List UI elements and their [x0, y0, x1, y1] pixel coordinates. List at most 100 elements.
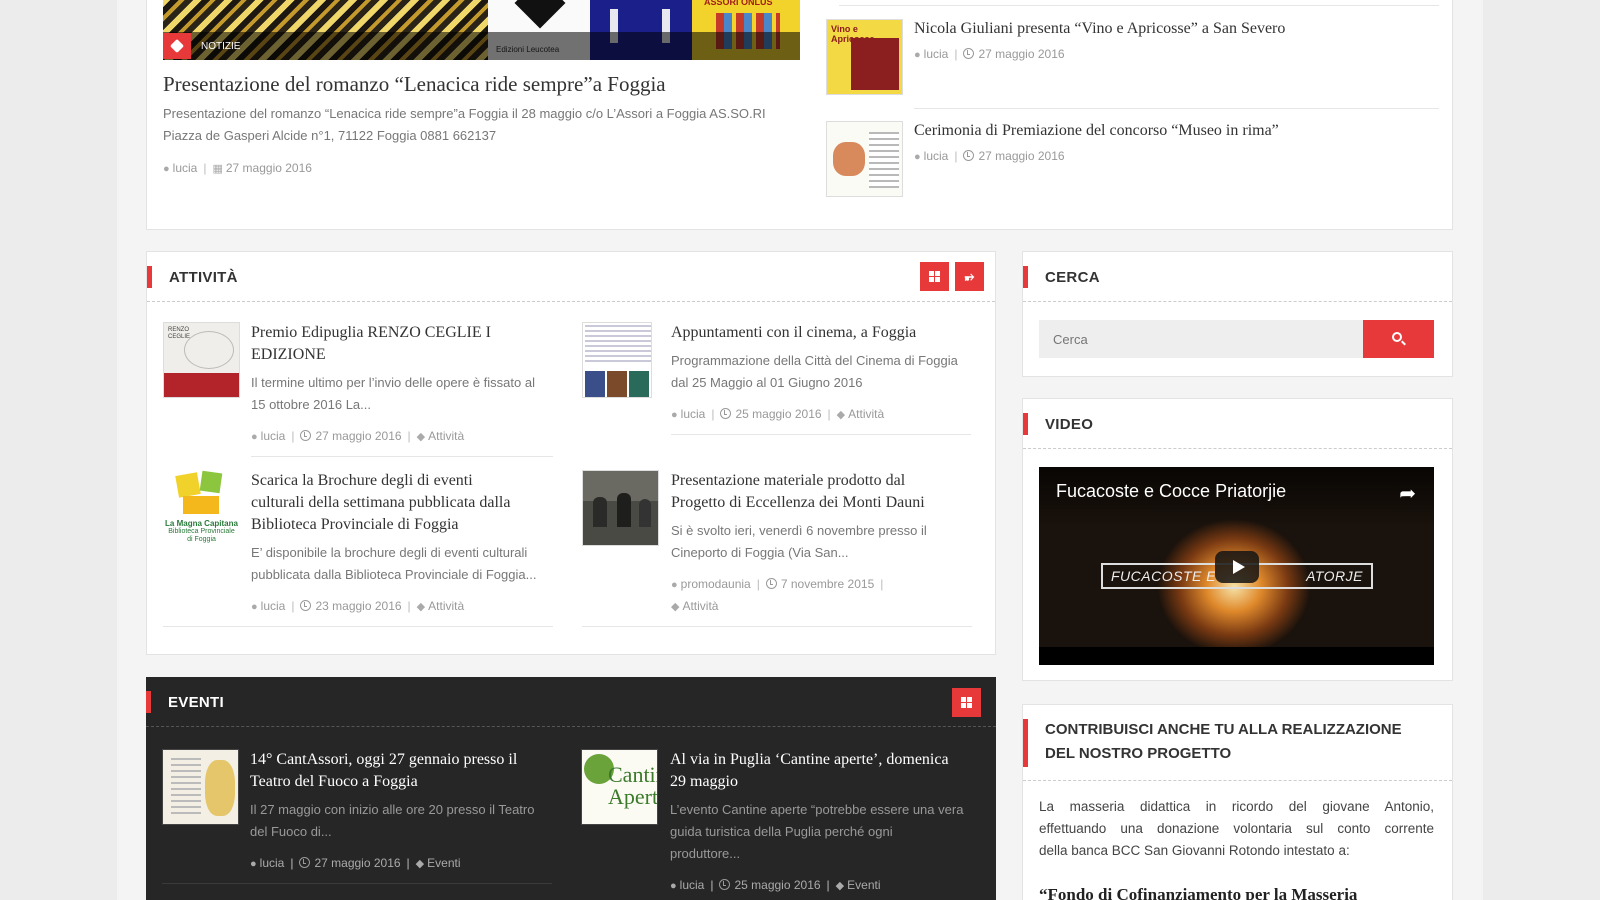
- eventi-author-2[interactable]: lucia: [680, 878, 705, 892]
- eventi-title-2a[interactable]: Al via in Puglia ‘Cantine aperte’, domen…: [670, 749, 949, 771]
- video-title[interactable]: Fucacoste e Cocce Priatorjie: [1056, 481, 1286, 502]
- featured-author[interactable]: lucia: [173, 161, 198, 175]
- attivita-title-4a[interactable]: Presentazione materiale prodotto dal: [671, 470, 905, 492]
- eventi-category-1[interactable]: Eventi: [427, 856, 460, 870]
- thumb-caption-2: Biblioteca Provinciale: [168, 528, 235, 535]
- eventi-excerpt-2b: guida turistica della Puglia perché ogni: [670, 824, 893, 839]
- rss-button[interactable]: ⥵: [955, 262, 984, 291]
- side-thumb-1[interactable]: Vino e Apricosse: [826, 19, 903, 95]
- rss-icon: ⥵: [964, 269, 975, 283]
- attivita-title-1b[interactable]: EDIZIONE: [251, 344, 326, 366]
- user-icon: ●: [250, 858, 257, 870]
- contribuisci-quote: “Fondo di Cofinanziamento per la Masseri…: [1039, 885, 1358, 900]
- contribuisci-text-1: La masseria didattica in ricordo del gio…: [1039, 799, 1434, 814]
- attivita-date-4: 7 novembre 2015: [780, 577, 875, 591]
- attivita-excerpt-4b: Cineporto di Foggia (Via San...: [671, 545, 849, 560]
- search-button[interactable]: [1363, 320, 1434, 358]
- play-button[interactable]: [1215, 551, 1259, 583]
- clock-icon: [299, 857, 311, 868]
- attivita-excerpt-2b: dal 25 Maggio al 01 Giugno 2016: [671, 375, 863, 390]
- category-badge[interactable]: NOTIZIE: [163, 33, 249, 59]
- attivita-category-3[interactable]: Attività: [428, 599, 464, 613]
- attivita-meta-3: ● lucia | 23 maggio 2016 | ◆ Attività: [251, 599, 465, 613]
- eventi-title-2b[interactable]: 29 maggio: [670, 771, 738, 793]
- video-title-label: VIDEO: [1045, 416, 1094, 433]
- contribuisci-text-2: effettuando una donazione volontaria sul…: [1039, 821, 1434, 836]
- eventi-category-2[interactable]: Eventi: [847, 878, 880, 892]
- share-icon[interactable]: ➦: [1399, 481, 1416, 506]
- attivita-thumb-1[interactable]: RENZO CEGLIE: [163, 322, 240, 398]
- grid-view-button[interactable]: [920, 262, 949, 291]
- attivita-author-1[interactable]: lucia: [261, 429, 286, 443]
- attivita-title-4b[interactable]: Progetto di Eccellenza dei Monti Dauni: [671, 492, 925, 514]
- eventi-meta-2: ● lucia | 25 maggio 2016 | ◆ Eventi: [670, 878, 881, 892]
- cerca-widget: CERCA: [1022, 251, 1453, 377]
- attivita-thumb-2[interactable]: [582, 322, 652, 398]
- user-icon: ●: [914, 49, 921, 61]
- attivita-thumb-3[interactable]: La Magna Capitana Biblioteca Provinciale…: [163, 470, 240, 546]
- attivita-author-2[interactable]: lucia: [681, 407, 706, 421]
- attivita-thumb-4[interactable]: [582, 470, 659, 546]
- user-icon: ●: [670, 880, 677, 892]
- side-meta-1: ● lucia | 27 maggio 2016: [914, 47, 1065, 61]
- video-overlay-right: ATORJE: [1306, 568, 1363, 584]
- side-author-1[interactable]: lucia: [924, 47, 949, 61]
- attivita-title-3c[interactable]: Biblioteca Provinciale di Foggia: [251, 514, 459, 536]
- video-player[interactable]: Fucacoste e Cocce Priatorjie ➦ FUCACOSTE…: [1039, 467, 1434, 665]
- attivita-meta-4b: ◆ Attività: [671, 599, 718, 613]
- featured-title[interactable]: Presentazione del romanzo “Lenacica ride…: [163, 73, 666, 95]
- grid-icon: [961, 697, 972, 708]
- side-thumb-2[interactable]: [826, 121, 903, 197]
- eventi-grid-button[interactable]: [952, 688, 981, 717]
- eventi-title-1b[interactable]: Teatro del Fuoco a Foggia: [250, 771, 418, 793]
- attivita-author-3[interactable]: lucia: [261, 599, 286, 613]
- side-title-2[interactable]: Cerimonia di Premiazione del concorso “M…: [914, 120, 1279, 142]
- attivita-title: ATTIVITÀ: [169, 269, 238, 286]
- search-input[interactable]: [1039, 320, 1363, 358]
- clock-icon: [300, 430, 312, 441]
- attivita-category-1[interactable]: Attività: [428, 429, 464, 443]
- user-icon: ●: [671, 409, 678, 421]
- side-title-1[interactable]: Nicola Giuliani presenta “Vino e Apricos…: [914, 18, 1285, 40]
- video-widget: VIDEO Fucacoste e Cocce Priatorjie ➦ FUC…: [1022, 398, 1453, 681]
- side-date-1: 27 maggio 2016: [978, 47, 1065, 61]
- attivita-title-3b[interactable]: culturali della settimana pubblicata dal…: [251, 492, 510, 514]
- contribuisci-title-2: DEL NOSTRO PROGETTO: [1045, 745, 1232, 762]
- side-author-2[interactable]: lucia: [924, 149, 949, 163]
- attivita-date-2: 25 maggio 2016: [735, 407, 822, 421]
- eventi-date-1: 27 maggio 2016: [314, 856, 401, 870]
- thumb-caption-1: La Magna Capitana: [165, 519, 238, 528]
- attivita-author-4[interactable]: promodaunia: [681, 577, 751, 591]
- attivita-category-4[interactable]: Attività: [682, 599, 718, 613]
- attivita-title-2a[interactable]: Appuntamenti con il cinema, a Foggia: [671, 322, 916, 344]
- play-icon: [1232, 560, 1245, 574]
- user-icon: ●: [671, 579, 678, 591]
- featured-date: 27 maggio 2016: [225, 161, 312, 175]
- eventi-title: EVENTI: [168, 694, 224, 711]
- user-icon: ●: [251, 601, 258, 613]
- attivita-excerpt-3b: pubblicata dalla Biblioteca Provinciale …: [251, 567, 537, 582]
- tag-icon: ◆: [835, 880, 845, 892]
- category-badge-label: NOTIZIE: [201, 40, 241, 52]
- attivita-title-3a[interactable]: Scarica la Brochure degli di eventi: [251, 470, 473, 492]
- eventi-date-2: 25 maggio 2016: [734, 878, 821, 892]
- attivita-excerpt-1a: Il termine ultimo per l’invio delle oper…: [251, 375, 535, 390]
- clock-icon: [300, 600, 312, 611]
- user-icon: ●: [914, 151, 921, 163]
- cerca-title: CERCA: [1045, 269, 1100, 286]
- tag-icon: [163, 33, 191, 59]
- attivita-title-1a[interactable]: Premio Edipuglia RENZO CEGLIE I: [251, 322, 491, 344]
- featured-image[interactable]: Edizioni Leucotea ASSORI ONLUS NOTIZIE: [163, 0, 800, 60]
- attivita-category-2[interactable]: Attività: [848, 407, 884, 421]
- eventi-thumb-1[interactable]: [162, 749, 239, 825]
- eventi-title-1a[interactable]: 14° CantAssori, oggi 27 gennaio presso i…: [250, 749, 517, 771]
- eventi-author-1[interactable]: lucia: [260, 856, 285, 870]
- clock-icon: [963, 150, 975, 161]
- attivita-header: ATTIVITÀ ⥵: [147, 252, 995, 302]
- clock-icon: [765, 578, 777, 589]
- contribuisci-title-1: CONTRIBUISCI ANCHE TU ALLA REALIZZAZIONE: [1045, 721, 1402, 738]
- tag-icon: ◆: [415, 858, 425, 870]
- tag-icon: ◆: [671, 601, 680, 613]
- tag-icon: ◆: [416, 431, 426, 443]
- eventi-thumb-2[interactable]: Cantine Aperte: [581, 749, 658, 825]
